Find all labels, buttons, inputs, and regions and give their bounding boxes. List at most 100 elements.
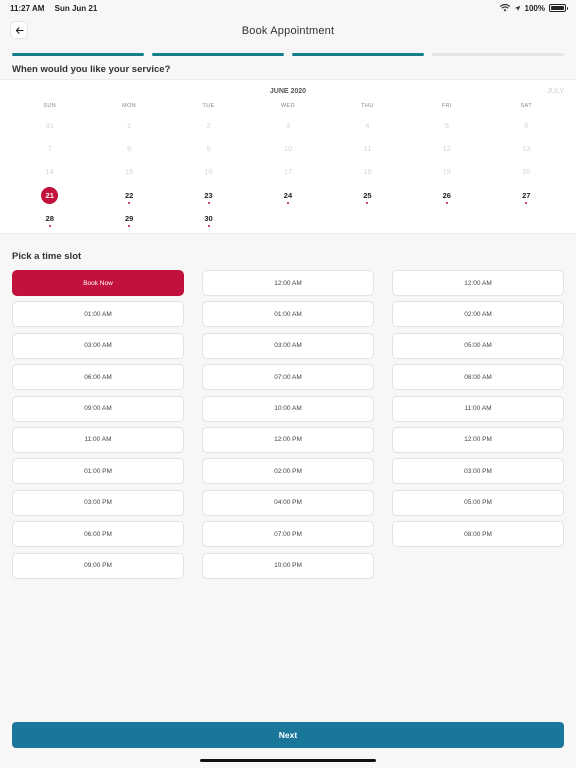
time-slot-button[interactable]: 11:00 AM: [12, 426, 184, 453]
day-number: 8: [127, 144, 132, 154]
calendar-day: 9: [169, 137, 248, 160]
day-number: 4: [365, 121, 370, 131]
time-slot-button[interactable]: 09:00 PM: [12, 552, 184, 579]
calendar-week: 7 8 9 10 11 12 13: [0, 137, 576, 160]
calendar-day: 17: [248, 160, 327, 183]
calendar-day: 2: [169, 114, 248, 137]
app-header: Book Appointment: [0, 16, 576, 46]
progress-step: [152, 53, 284, 56]
day-number: 3: [285, 121, 291, 131]
calendar-week: 28 29 30: [0, 207, 576, 230]
battery-icon: [549, 4, 568, 12]
calendar-day: 3: [248, 114, 327, 137]
calendar-day[interactable]: 29: [89, 207, 168, 230]
time-slot-button[interactable]: 03:00 PM: [12, 489, 184, 516]
time-slot-button[interactable]: 03:00 PM: [392, 458, 564, 485]
time-slot-grid: Book Now 12:00 AM 12:00 AM 01:00 AM 01:00 AM…: [0, 270, 576, 579]
time-slot-button[interactable]: 10:00 PM: [202, 552, 374, 579]
day-number: 2: [206, 121, 211, 131]
time-slot-button[interactable]: 01:00 AM: [202, 301, 374, 328]
time-slot-button[interactable]: 07:00 AM: [202, 364, 374, 391]
availability-dot: [128, 201, 131, 204]
back-button[interactable]: [10, 21, 28, 39]
day-number: 11: [363, 144, 372, 154]
time-slot-button[interactable]: 07:00 PM: [202, 521, 374, 548]
calendar-day[interactable]: 28: [10, 207, 89, 230]
weekday-label: SAT: [520, 103, 532, 109]
next-month-label[interactable]: JULY: [547, 88, 564, 95]
calendar-day[interactable]: 24: [248, 184, 327, 207]
book-now-button[interactable]: Book Now: [12, 270, 184, 296]
availability-dot: [445, 201, 448, 204]
time-slot-button[interactable]: 12:00 AM: [392, 270, 564, 296]
time-slot-button[interactable]: 04:00 PM: [202, 489, 374, 516]
calendar-day-selected[interactable]: 21: [10, 184, 89, 207]
day-number: 9: [206, 144, 211, 154]
location-arrow-icon: [514, 5, 520, 11]
question-title: When would you like your service?: [12, 64, 171, 75]
calendar-day-empty: [328, 207, 407, 230]
calendar-weeks: 31 1 2 3 4 5 6 7 8 9 10 11 12 13 14 15 16 17 18 19 20 21 22 23 2…: [0, 114, 576, 230]
calendar-day: 20: [487, 160, 566, 183]
day-number: 6: [524, 121, 529, 131]
day-number: 19: [442, 167, 451, 177]
status-date: Sun Jun 21: [54, 3, 98, 13]
battery-fill: [551, 6, 564, 10]
status-right: 100%: [499, 4, 568, 13]
calendar-day: 10: [248, 137, 327, 160]
day-number: 14: [45, 167, 54, 177]
time-slot-button[interactable]: 02:00 PM: [202, 458, 374, 485]
time-slot-button[interactable]: 01:00 AM: [12, 301, 184, 328]
time-slot-button[interactable]: 11:00 AM: [392, 395, 564, 422]
calendar-day-empty: [407, 207, 486, 230]
calendar-day: 8: [89, 137, 168, 160]
day-number: 20: [522, 167, 531, 177]
calendar-week: 31 1 2 3 4 5 6: [0, 114, 576, 137]
weekday-label: THU: [361, 103, 374, 109]
calendar-day: 16: [169, 160, 248, 183]
weekday-label: WED: [280, 103, 295, 109]
time-slot-button[interactable]: 12:00 PM: [392, 426, 564, 453]
time-slot-button[interactable]: 10:00 AM: [202, 395, 374, 422]
time-slot-button[interactable]: 12:00 PM: [202, 426, 374, 453]
weekday-label: MON: [122, 103, 137, 109]
progress-step: [292, 53, 424, 56]
calendar-day[interactable]: 27: [487, 184, 566, 207]
calendar-day: 6: [487, 114, 566, 137]
calendar-day: 14: [10, 160, 89, 183]
step-progress: [0, 53, 576, 56]
time-slot-button[interactable]: 06:00 PM: [12, 521, 184, 548]
time-slot-button[interactable]: 03:00 AM: [202, 332, 374, 359]
time-slot-button[interactable]: 02:00 AM: [392, 301, 564, 328]
availability-dot: [286, 201, 289, 204]
weekday-header: SUN MON TUE WED THU FRI SAT: [0, 103, 576, 114]
day-number: 13: [522, 144, 531, 154]
calendar-day: 13: [487, 137, 566, 160]
calendar-day[interactable]: 23: [169, 184, 248, 207]
calendar-day: 1: [89, 114, 168, 137]
time-slot-button[interactable]: 05:00 PM: [392, 489, 564, 516]
calendar-day-empty: [248, 207, 327, 230]
calendar: JUNE 2020 JULY SUN MON TUE WED THU FRI SAT 31 1…: [0, 79, 576, 234]
day-number: 16: [204, 167, 213, 177]
time-slot-button[interactable]: 06:00 AM: [12, 364, 184, 391]
time-slot-button[interactable]: 12:00 AM: [202, 270, 374, 296]
time-slot-button[interactable]: 08:00 AM: [392, 364, 564, 391]
month-row: JUNE 2020 JULY: [0, 80, 576, 103]
calendar-day[interactable]: 26: [407, 184, 486, 207]
calendar-day[interactable]: 25: [328, 184, 407, 207]
calendar-week: 21 22 23 24 25 26 27: [0, 184, 576, 207]
day-number: 1: [127, 121, 132, 131]
day-number: 10: [283, 144, 293, 154]
time-slot-button[interactable]: 09:00 AM: [12, 395, 184, 422]
calendar-day[interactable]: 22: [89, 184, 168, 207]
calendar-day: 4: [328, 114, 407, 137]
day-number: 7: [47, 144, 52, 154]
time-slot-button[interactable]: 05:00 AM: [392, 332, 564, 359]
time-slot-button[interactable]: 08:00 PM: [392, 521, 564, 548]
next-button[interactable]: Next: [12, 722, 564, 748]
time-slot-button[interactable]: 03:00 AM: [12, 332, 184, 359]
calendar-day[interactable]: 30: [169, 207, 248, 230]
time-slot-button[interactable]: 01:00 PM: [12, 458, 184, 485]
progress-step: [432, 53, 564, 56]
